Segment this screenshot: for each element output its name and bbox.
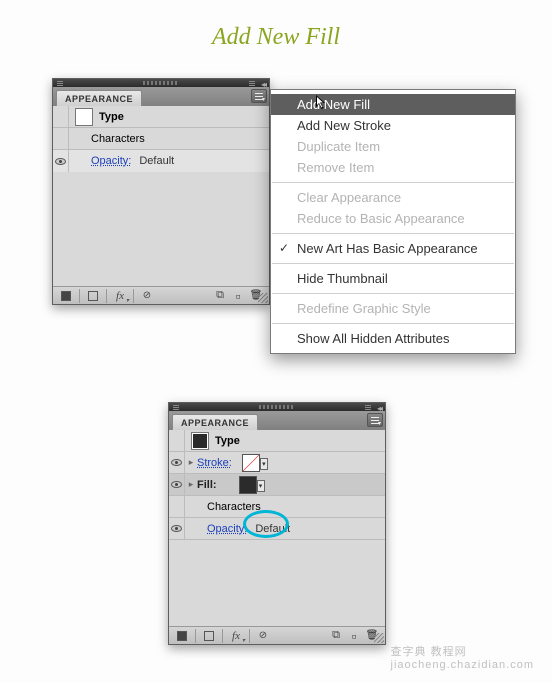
characters-label: Characters xyxy=(69,133,145,145)
menu-item: Remove Item xyxy=(271,157,515,178)
new-fill-button[interactable] xyxy=(200,629,218,643)
panel-tabbar: APPEARANCE xyxy=(53,87,269,106)
visibility-eye-icon[interactable] xyxy=(171,481,182,488)
panel-grip[interactable]: ◂◂ xyxy=(169,403,385,411)
swatch-dropdown-icon[interactable]: ▾ xyxy=(260,458,268,470)
fill-row[interactable]: ▸ Fill: ▾ xyxy=(169,474,385,496)
appearance-tab[interactable]: APPEARANCE xyxy=(56,90,142,106)
characters-row[interactable]: Characters xyxy=(169,496,385,518)
duplicate-button[interactable] xyxy=(211,289,229,303)
fill-swatch[interactable]: ▾ xyxy=(239,476,257,494)
opacity-row[interactable]: Opacity: Default xyxy=(53,150,269,172)
type-thumbnail xyxy=(75,108,93,126)
opacity-value: Default xyxy=(135,155,174,167)
visibility-eye-icon[interactable] xyxy=(55,158,66,165)
duplicate-button[interactable] xyxy=(327,629,345,643)
type-row[interactable]: Type xyxy=(53,106,269,128)
appearance-tab[interactable]: APPEARANCE xyxy=(172,414,258,430)
watermark: 查字典 教程网 jiaocheng.chazidian.com xyxy=(391,643,534,671)
panel-menu-button[interactable] xyxy=(367,413,383,427)
appearance-panel-after: ◂◂ APPEARANCE Type ▸ Stroke: ▾ ▸ Fill: ▾ xyxy=(168,402,386,645)
resize-grip[interactable] xyxy=(258,293,268,303)
menu-item: Duplicate Item xyxy=(271,136,515,157)
expand-chevron-icon[interactable]: ▸ xyxy=(185,457,197,468)
new-fill-button[interactable] xyxy=(84,289,102,303)
type-row[interactable]: Type xyxy=(169,430,385,452)
menu-item[interactable]: Hide Thumbnail xyxy=(271,268,515,289)
menu-item[interactable]: Show All Hidden Attributes xyxy=(271,328,515,349)
new-stroke-button[interactable] xyxy=(57,289,75,303)
new-stroke-button[interactable] xyxy=(173,629,191,643)
fx-button[interactable]: fx xyxy=(111,289,129,303)
panel-menu-button[interactable] xyxy=(251,89,267,103)
panel-grip[interactable]: ◂◂ xyxy=(53,79,269,87)
menu-item[interactable]: New Art Has Basic Appearance xyxy=(271,238,515,259)
panel-flyout-menu: Add New FillAdd New StrokeDuplicate Item… xyxy=(270,89,516,354)
type-label: Type xyxy=(99,111,124,123)
stroke-row[interactable]: ▸ Stroke: ▾ xyxy=(169,452,385,474)
menu-item: Reduce to Basic Appearance xyxy=(271,208,515,229)
fx-button[interactable]: fx xyxy=(227,629,245,643)
panel-body: Type Characters Opacity: Default xyxy=(53,106,269,286)
visibility-eye-icon[interactable] xyxy=(171,459,182,466)
menu-item: Redefine Graphic Style xyxy=(271,298,515,319)
opacity-row[interactable]: Opacity: Default xyxy=(169,518,385,540)
resize-grip[interactable] xyxy=(374,633,384,643)
panel-footer: fx xyxy=(53,286,269,304)
type-label: Type xyxy=(215,435,240,447)
expand-chevron-icon[interactable]: ▸ xyxy=(185,479,197,490)
appearance-panel-before: ◂◂ APPEARANCE Type Characters Opacity: D… xyxy=(52,78,270,305)
clear-appearance-button[interactable] xyxy=(138,289,156,303)
stroke-label[interactable]: Stroke: xyxy=(197,457,236,469)
panel-body: Type ▸ Stroke: ▾ ▸ Fill: ▾ Characters xyxy=(169,430,385,626)
menu-item[interactable]: Add New Stroke xyxy=(271,115,515,136)
panel-tabbar: APPEARANCE xyxy=(169,411,385,430)
opacity-value: Default xyxy=(251,523,290,535)
characters-row[interactable]: Characters xyxy=(53,128,269,150)
stroke-swatch[interactable]: ▾ xyxy=(242,454,260,472)
menu-item: Clear Appearance xyxy=(271,187,515,208)
opacity-label[interactable]: Opacity: xyxy=(91,155,135,167)
clear-appearance-button[interactable] xyxy=(254,629,272,643)
fill-label[interactable]: Fill: xyxy=(197,479,221,491)
new-item-button[interactable] xyxy=(345,629,363,643)
characters-label: Characters xyxy=(185,501,261,513)
page-title: Add New Fill xyxy=(0,0,552,63)
type-thumbnail xyxy=(191,432,209,450)
menu-item[interactable]: Add New Fill xyxy=(271,94,515,115)
new-item-button[interactable] xyxy=(229,289,247,303)
swatch-dropdown-icon[interactable]: ▾ xyxy=(257,480,265,492)
opacity-label[interactable]: Opacity: xyxy=(207,523,251,535)
panel-footer: fx xyxy=(169,626,385,644)
visibility-eye-icon[interactable] xyxy=(171,525,182,532)
